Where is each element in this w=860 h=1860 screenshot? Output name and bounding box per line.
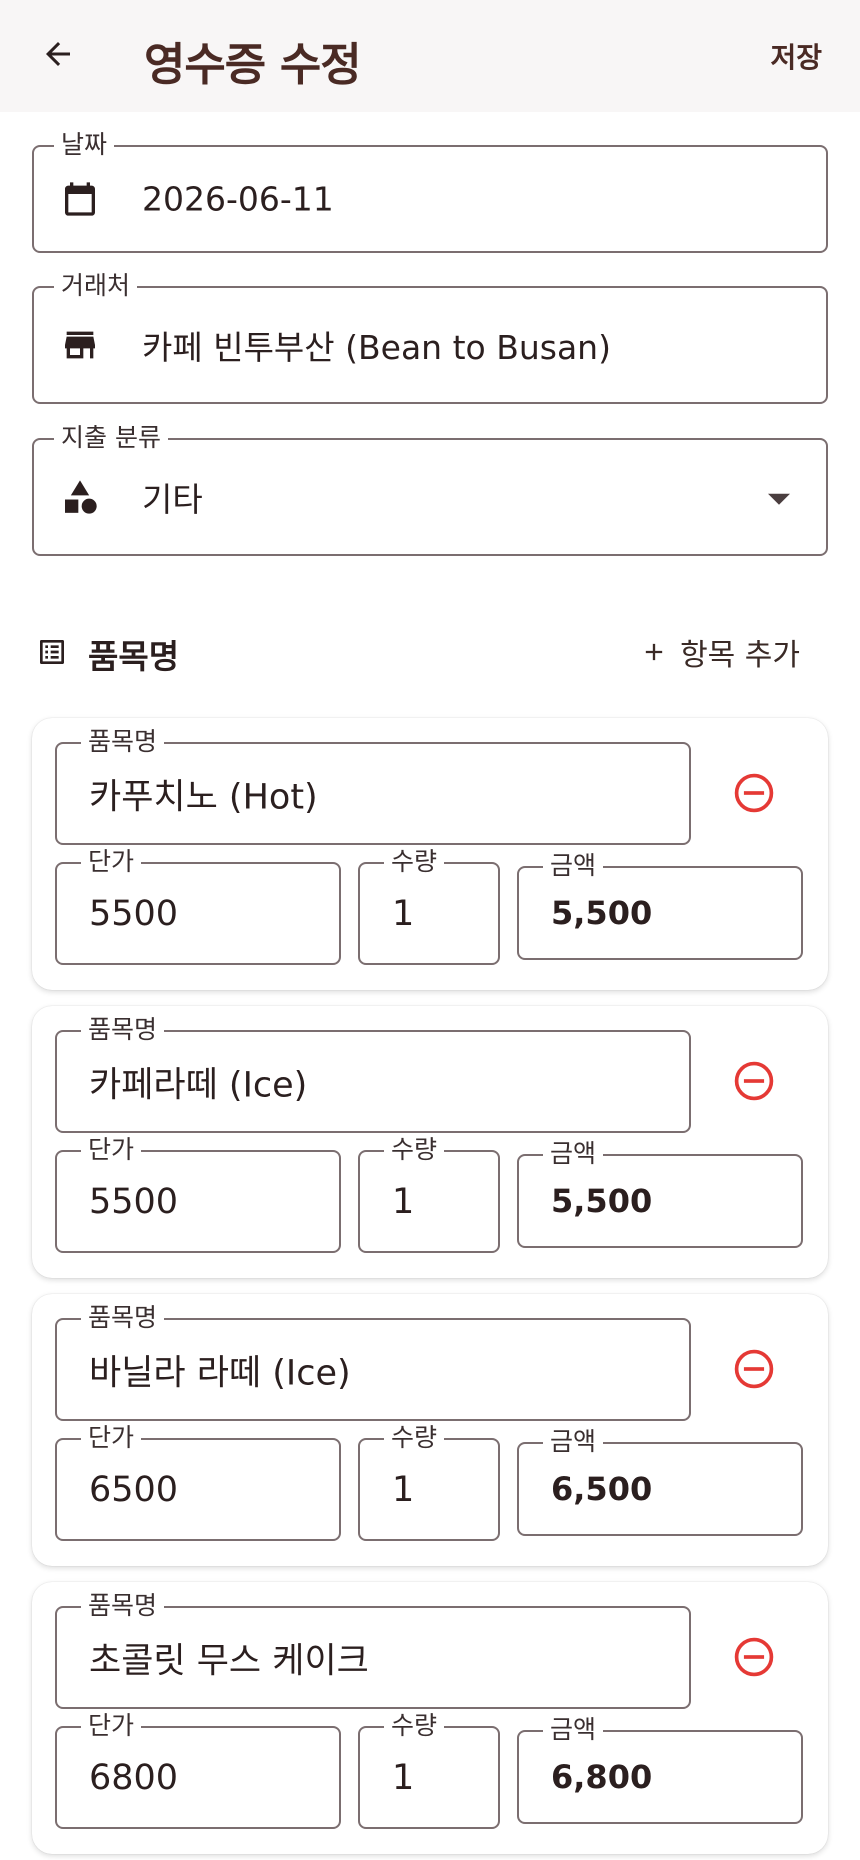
item-qty-field[interactable]: 수량 1 xyxy=(358,1711,500,1829)
plus-icon xyxy=(645,643,663,661)
item-name-field[interactable]: 품목명 카푸치노 (Hot) xyxy=(55,727,691,845)
items-section-title: 품목명 xyxy=(88,637,180,676)
date-field[interactable]: 날짜 2026-06-11 xyxy=(32,130,828,253)
item-name-value: 카페라떼 (Ice) xyxy=(89,1065,308,1105)
remove-circle-icon[interactable] xyxy=(732,1635,776,1679)
item-card: 품목명 바닐라 라떼 (Ice) 단가 6500 수량 1 금액 6,500 xyxy=(32,1294,828,1566)
page-title: 영수증 수정 xyxy=(144,38,362,91)
item-price-field[interactable]: 단가 6500 xyxy=(55,1423,341,1541)
date-value: 2026-06-11 xyxy=(142,179,334,219)
item-card: 품목명 카페라떼 (Ice) 단가 5500 수량 1 금액 5,500 xyxy=(32,1006,828,1278)
item-amount-label: 금액 xyxy=(543,1139,604,1169)
add-item-label: 항목 추가 xyxy=(680,638,800,673)
item-name-label: 품목명 xyxy=(81,727,165,757)
item-qty-value: 1 xyxy=(392,893,415,934)
app-bar: 영수증 수정 저장 xyxy=(0,0,860,112)
item-name-value: 카푸치노 (Hot) xyxy=(89,777,318,817)
item-price-label: 단가 xyxy=(81,1711,142,1741)
category-shapes-icon xyxy=(60,475,100,519)
remove-circle-icon[interactable] xyxy=(732,1059,776,1103)
item-name-value: 바닐라 라떼 (Ice) xyxy=(89,1353,351,1393)
item-price-label: 단가 xyxy=(81,1135,142,1165)
calendar-icon xyxy=(60,177,100,221)
date-label: 날짜 xyxy=(54,130,115,160)
item-amount-value: 6,800 xyxy=(551,1758,653,1796)
item-price-label: 단가 xyxy=(81,1423,142,1453)
item-name-label: 품목명 xyxy=(81,1303,165,1333)
item-qty-field[interactable]: 수량 1 xyxy=(358,1423,500,1541)
remove-circle-icon[interactable] xyxy=(732,771,776,815)
item-qty-field[interactable]: 수량 1 xyxy=(358,1135,500,1253)
item-price-value: 5500 xyxy=(89,1181,179,1222)
item-card: 품목명 초콜릿 무스 케이크 단가 6800 수량 1 금액 6,800 xyxy=(32,1582,828,1854)
item-qty-label: 수량 xyxy=(384,1711,445,1741)
item-amount-field: 금액 6,800 xyxy=(517,1715,803,1824)
item-amount-value: 6,500 xyxy=(551,1470,653,1508)
merchant-label: 거래처 xyxy=(54,271,138,301)
merchant-field[interactable]: 거래처 카페 빈투부산 (Bean to Busan) xyxy=(32,271,828,404)
save-button[interactable]: 저장 xyxy=(770,36,822,76)
item-qty-label: 수량 xyxy=(384,1423,445,1453)
item-amount-field: 금액 6,500 xyxy=(517,1427,803,1536)
item-qty-value: 1 xyxy=(392,1469,415,1510)
item-qty-label: 수량 xyxy=(384,1135,445,1165)
item-price-label: 단가 xyxy=(81,847,142,877)
list-icon xyxy=(36,636,68,668)
item-name-value: 초콜릿 무스 케이크 xyxy=(89,1641,369,1681)
item-price-value: 6800 xyxy=(89,1757,179,1798)
category-value: 기타 xyxy=(142,480,203,519)
item-qty-label: 수량 xyxy=(384,847,445,877)
item-amount-label: 금액 xyxy=(543,1715,604,1745)
item-amount-label: 금액 xyxy=(543,851,604,881)
item-qty-value: 1 xyxy=(392,1181,415,1222)
item-name-label: 품목명 xyxy=(81,1591,165,1621)
item-qty-field[interactable]: 수량 1 xyxy=(358,847,500,965)
store-icon xyxy=(60,323,100,367)
item-name-label: 품목명 xyxy=(81,1015,165,1045)
item-price-field[interactable]: 단가 5500 xyxy=(55,1135,341,1253)
item-name-field[interactable]: 품목명 카페라떼 (Ice) xyxy=(55,1015,691,1133)
item-amount-field: 금액 5,500 xyxy=(517,1139,803,1248)
category-select[interactable]: 지출 분류 기타 xyxy=(32,423,828,556)
add-item-button[interactable]: 항목 추가 xyxy=(640,630,800,674)
item-amount-value: 5,500 xyxy=(551,894,653,932)
item-price-field[interactable]: 단가 5500 xyxy=(55,847,341,965)
item-price-field[interactable]: 단가 6800 xyxy=(55,1711,341,1829)
category-label: 지출 분류 xyxy=(54,423,168,453)
item-price-value: 6500 xyxy=(89,1469,179,1510)
item-amount-label: 금액 xyxy=(543,1427,604,1457)
item-price-value: 5500 xyxy=(89,893,179,934)
arrow-back-icon xyxy=(46,42,70,66)
item-amount-value: 5,500 xyxy=(551,1182,653,1220)
item-card: 품목명 카푸치노 (Hot) 단가 5500 수량 1 금액 5,500 xyxy=(32,718,828,990)
item-amount-field: 금액 5,500 xyxy=(517,851,803,960)
item-name-field[interactable]: 품목명 바닐라 라떼 (Ice) xyxy=(55,1303,691,1421)
item-qty-value: 1 xyxy=(392,1757,415,1798)
item-name-field[interactable]: 품목명 초콜릿 무스 케이크 xyxy=(55,1591,691,1709)
merchant-value: 카페 빈투부산 (Bean to Busan) xyxy=(142,328,611,367)
back-button[interactable] xyxy=(30,26,86,82)
dropdown-arrow-icon xyxy=(768,493,790,505)
remove-circle-icon[interactable] xyxy=(732,1347,776,1391)
